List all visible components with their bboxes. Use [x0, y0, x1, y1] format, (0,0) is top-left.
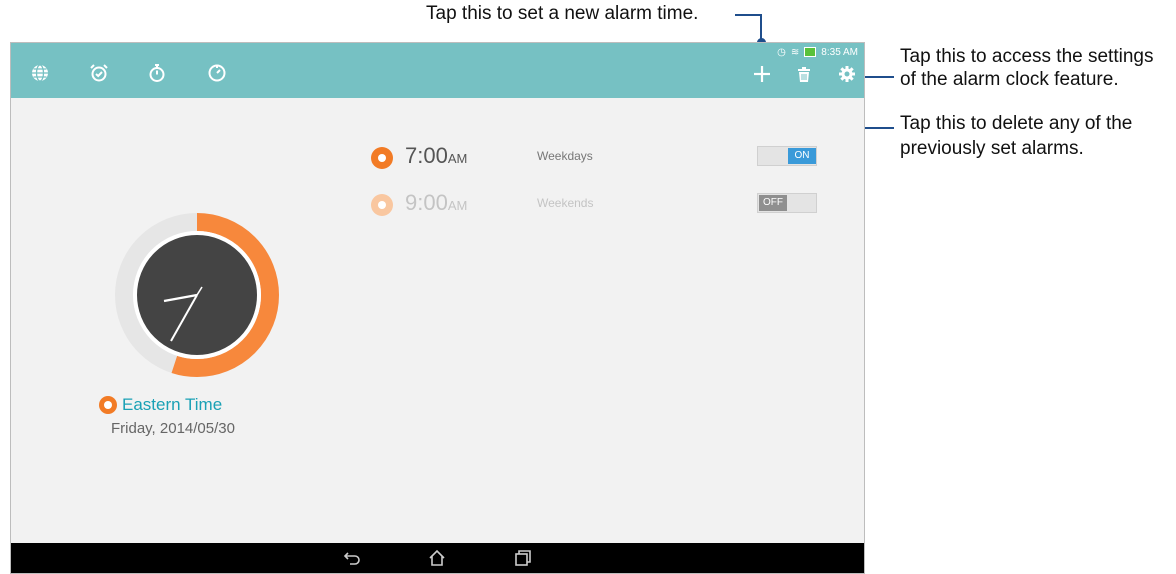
delete-callout-line1: Tap this to delete any of the — [900, 113, 1133, 134]
sun-icon — [371, 147, 393, 169]
alarm-time: 7:00AM — [405, 143, 468, 168]
settings-callout-line1: Tap this to access the settings — [900, 46, 1154, 67]
time-zone: Eastern Time — [99, 395, 222, 415]
gear-icon[interactable] — [836, 63, 858, 85]
alarm-clock-icon[interactable] — [89, 63, 109, 83]
add-alarm-callout: Tap this to set a new alarm time. — [426, 3, 699, 24]
settings-callout-line2: of the alarm clock feature. — [900, 69, 1119, 90]
time-zone-name: Eastern Time — [122, 395, 223, 414]
status-time: 8:35 AM — [821, 46, 858, 58]
tablet-screen: ◷ ≋ 8:35 AM Eastern Time Friday, 2014/05… — [10, 42, 865, 574]
app-toolbar: ◷ ≋ 8:35 AM — [11, 43, 864, 98]
alarm-repeat: Weekends — [537, 196, 594, 210]
toggle-off-knob: OFF — [759, 195, 787, 211]
back-icon[interactable] — [342, 549, 362, 567]
battery-icon — [804, 47, 817, 57]
delete-callout-line2: previously set alarms. — [900, 138, 1084, 159]
navigation-bar — [11, 543, 864, 573]
alarm-toggle[interactable]: ON — [757, 146, 817, 166]
sun-icon — [99, 396, 117, 414]
trash-icon[interactable] — [793, 63, 815, 85]
alarm-row[interactable]: 9:00AM Weekends OFF — [371, 188, 831, 220]
plus-icon[interactable] — [751, 63, 773, 85]
sun-icon — [371, 194, 393, 216]
timer-icon[interactable] — [207, 63, 227, 83]
alarm-status-icon: ◷ — [777, 46, 786, 58]
stopwatch-icon[interactable] — [147, 63, 167, 83]
current-date: Friday, 2014/05/30 — [111, 420, 235, 437]
alarm-time: 9:00AM — [405, 190, 468, 215]
home-icon[interactable] — [427, 549, 447, 567]
toggle-on-knob: ON — [788, 148, 816, 164]
analog-clock — [113, 211, 281, 379]
globe-icon[interactable] — [30, 63, 50, 83]
alarm-row[interactable]: 7:00AM Weekdays ON — [371, 141, 831, 173]
alarm-repeat: Weekdays — [537, 149, 593, 163]
alarm-toggle[interactable]: OFF — [757, 193, 817, 213]
wifi-icon: ≋ — [790, 46, 800, 58]
status-bar: ◷ ≋ 8:35 AM — [777, 45, 858, 59]
recent-apps-icon[interactable] — [513, 549, 533, 567]
callout-line — [735, 14, 761, 16]
